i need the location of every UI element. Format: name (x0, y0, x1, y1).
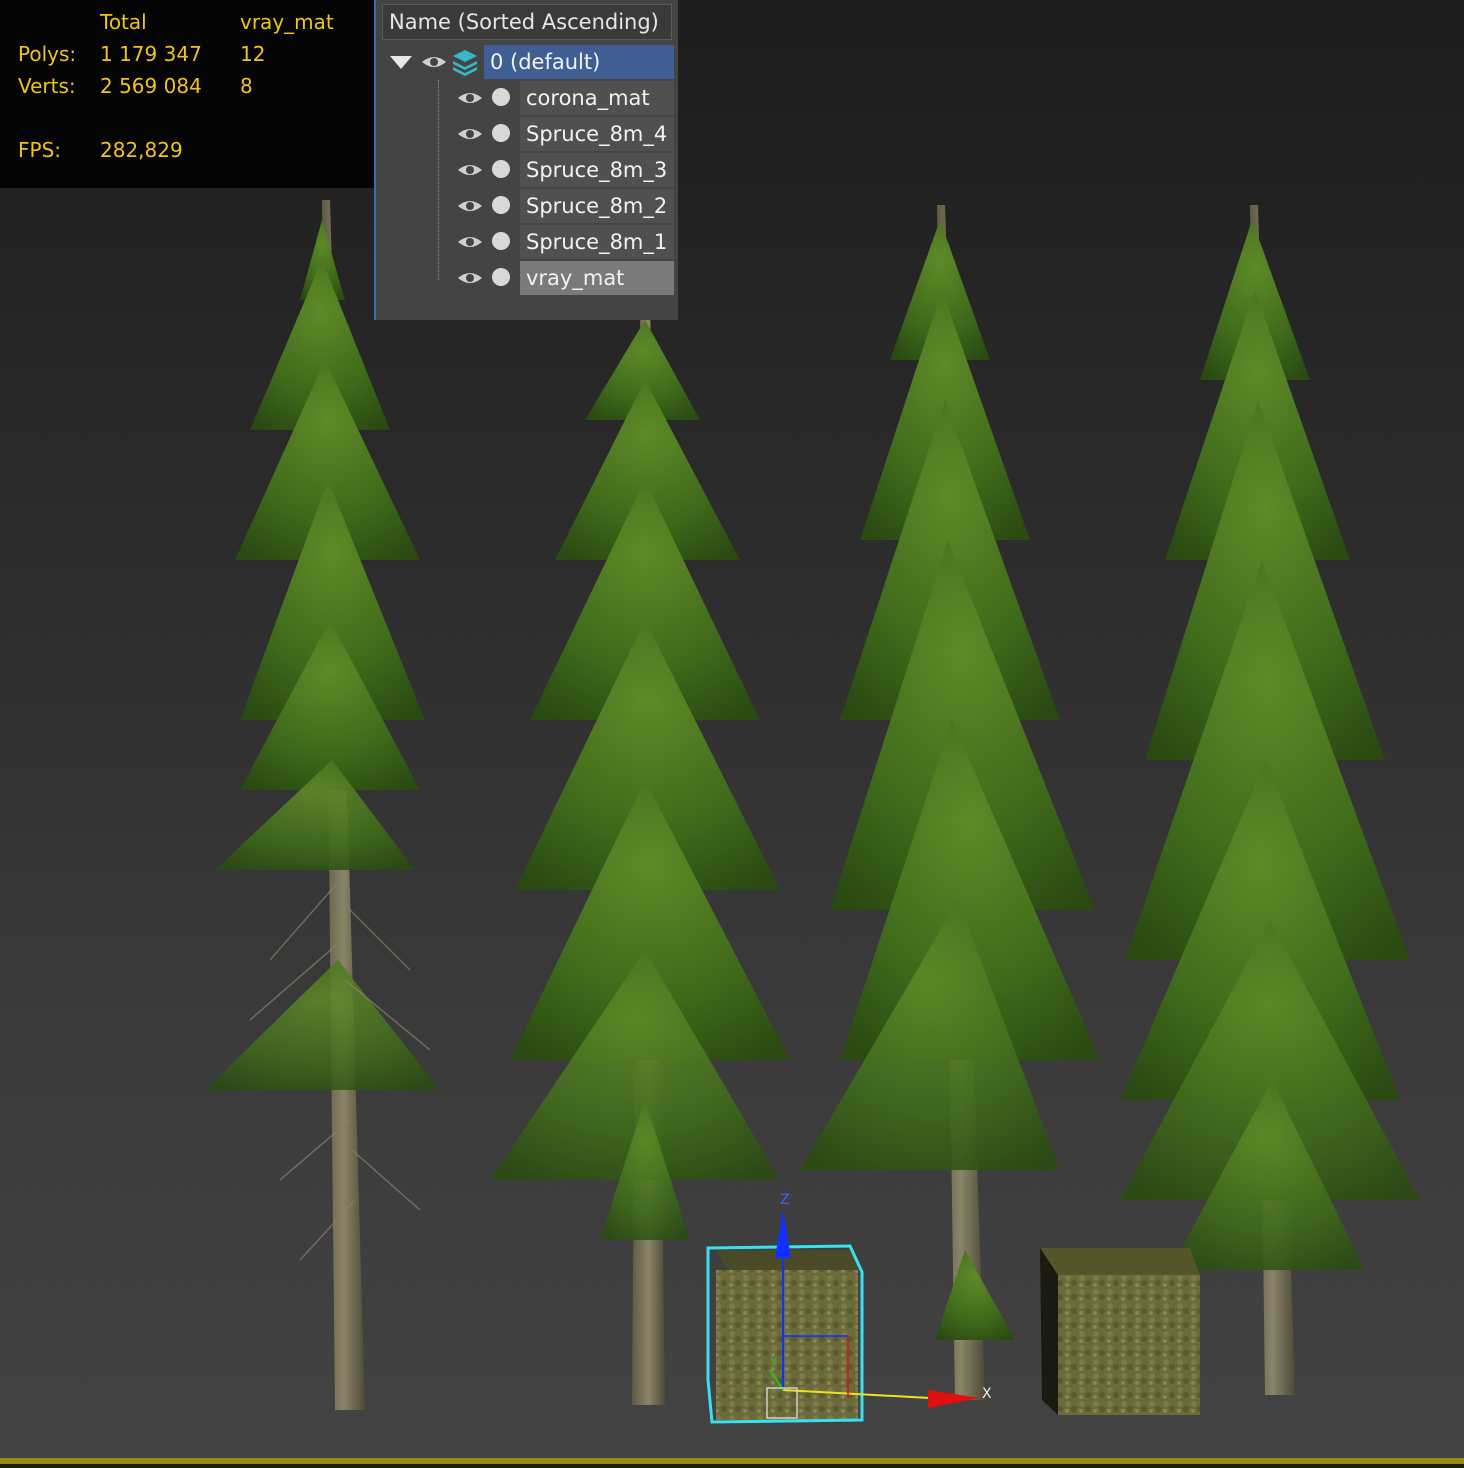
material-dot-icon (492, 160, 510, 178)
explorer-item-spruce-8m-2[interactable]: Spruce_8m_2 (376, 188, 676, 224)
spruce-tree-3[interactable] (800, 205, 1100, 1400)
gizmo-y-label: Y (769, 1355, 778, 1369)
item-label[interactable]: corona_mat (520, 81, 674, 115)
item-label[interactable]: Spruce_8m_2 (520, 189, 674, 223)
material-dot-icon (492, 232, 510, 250)
eye-icon[interactable] (456, 194, 484, 218)
layer-name-default[interactable]: 0 (default) (484, 45, 674, 79)
eye-icon[interactable] (456, 230, 484, 254)
layer-row-default[interactable]: 0 (default) (376, 44, 676, 80)
eye-icon[interactable] (456, 122, 484, 146)
spruce-tree-2[interactable] (490, 220, 790, 1405)
material-dot-icon (492, 124, 510, 142)
stats-polys-total: 1 179 347 (100, 42, 202, 66)
stats-polys-label: Polys: (18, 42, 77, 66)
eye-icon[interactable] (456, 266, 484, 290)
gizmo-x-label: X (982, 1386, 992, 1402)
explorer-item-vray-mat-selected[interactable]: vray_mat (376, 260, 676, 296)
spruce-tree-4[interactable] (1120, 205, 1420, 1395)
explorer-item-spruce-8m-1[interactable]: Spruce_8m_1 (376, 224, 676, 260)
explorer-item-spruce-8m-4[interactable]: Spruce_8m_4 (376, 116, 676, 152)
stats-polys-selected: 12 (240, 42, 266, 66)
item-label[interactable]: Spruce_8m_1 (520, 225, 674, 259)
viewport-bottom-border (0, 1458, 1464, 1464)
eye-icon[interactable] (456, 158, 484, 182)
material-dot-icon (492, 88, 510, 106)
stats-verts-total: 2 569 084 (100, 74, 202, 98)
viewport-scene: Z X Y (205, 200, 1420, 1424)
item-label[interactable]: Spruce_8m_4 (520, 117, 674, 151)
stats-fps-label: FPS: (18, 138, 61, 162)
item-label[interactable]: Spruce_8m_3 (520, 153, 674, 187)
item-label[interactable]: vray_mat (520, 261, 674, 295)
stats-verts-selected: 8 (240, 74, 253, 98)
eye-icon[interactable] (420, 50, 448, 74)
gizmo-z-label: Z (780, 1192, 790, 1208)
viewport-statistics: Total vray_mat Polys: 1 179 347 12 Verts… (0, 0, 374, 188)
moss-cube-selected[interactable] (706, 1244, 864, 1424)
layer-stack-icon (453, 50, 477, 76)
material-dot-icon (492, 196, 510, 214)
stats-col-selected: vray_mat (240, 10, 334, 34)
explorer-sort-header[interactable]: Name (Sorted Ascending) (382, 4, 672, 40)
explorer-item-corona-mat[interactable]: corona_mat (376, 80, 676, 116)
stats-col-total: Total (100, 10, 147, 34)
scene-explorer: Name (Sorted Ascending) 0 (default) coro… (374, 0, 678, 320)
eye-icon[interactable] (456, 86, 484, 110)
stats-fps-value: 282,829 (100, 138, 183, 162)
moss-cube[interactable] (1040, 1248, 1200, 1415)
explorer-item-spruce-8m-3[interactable]: Spruce_8m_3 (376, 152, 676, 188)
3d-viewport[interactable]: Z X Y (0, 0, 1464, 1464)
stats-verts-label: Verts: (18, 74, 76, 98)
spruce-tree-1[interactable] (205, 200, 440, 1410)
collapse-triangle-icon[interactable] (390, 56, 412, 70)
material-dot-icon (492, 268, 510, 286)
